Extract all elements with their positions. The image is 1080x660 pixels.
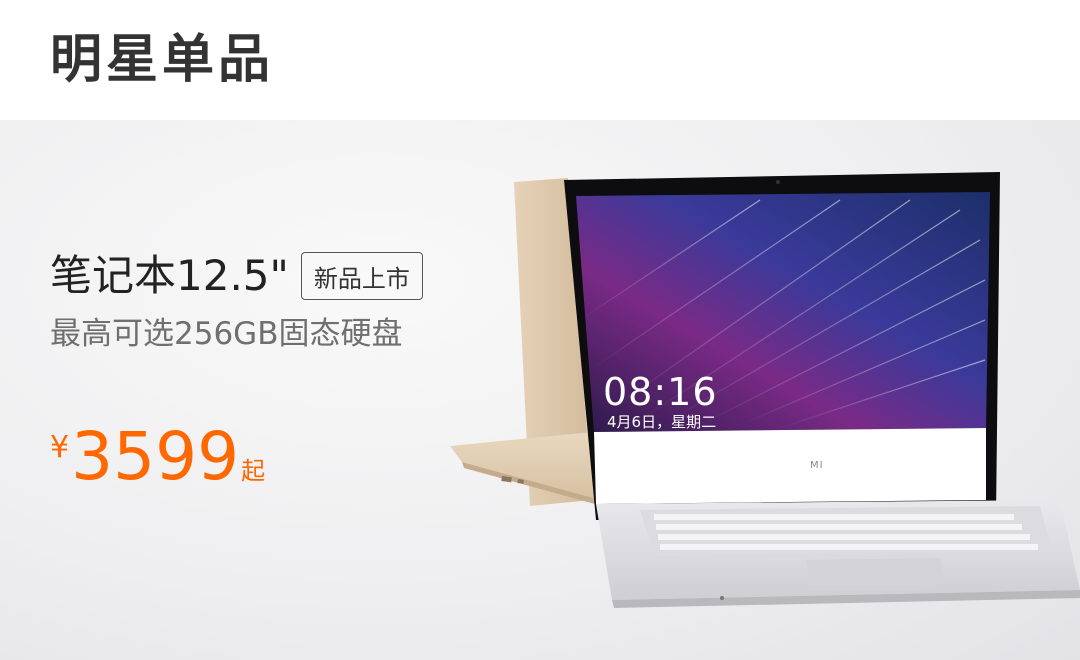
screen-date: 4月6日，星期二 <box>607 413 717 431</box>
price-currency: ¥ <box>50 430 70 465</box>
product-subtitle: 最高可选256GB固态硬盘 <box>50 316 403 352</box>
product-price: ¥ 3599 起 <box>50 422 265 500</box>
section-title: 明星单品 <box>50 29 275 90</box>
product-name: 笔记本12.5" <box>50 251 289 300</box>
new-badge: 新品上市 <box>300 252 423 300</box>
section-header: 明星单品 <box>0 0 1080 120</box>
price-suffix: 起 <box>241 457 266 485</box>
price-value: 3599 <box>71 418 240 495</box>
screen-clock: 08:16 <box>603 370 718 414</box>
laptop-image <box>450 172 1080 608</box>
brand-logo: MI <box>810 460 824 471</box>
product-name-row: 笔记本12.5" 新品上市 <box>50 248 423 304</box>
